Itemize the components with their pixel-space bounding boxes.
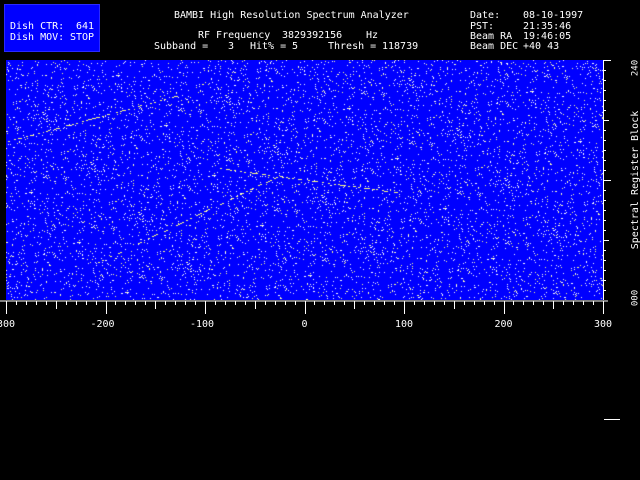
x-axis-tick-label: -300 xyxy=(0,319,16,330)
right-ruler xyxy=(603,60,611,300)
date-label: Date: xyxy=(470,10,501,21)
rf-frequency-unit: Hz xyxy=(366,30,379,41)
app-title: BAMBI High Resolution Spectrum Analyzer xyxy=(174,10,409,21)
threshold-value: 118739 xyxy=(382,41,419,52)
rf-frequency-label: RF Frequency xyxy=(198,30,271,41)
y-axis-label: Spectral Register Block xyxy=(630,110,640,250)
x-axis-tick-label: -200 xyxy=(90,319,115,330)
x-axis-tick-label: -100 xyxy=(189,319,215,330)
dish-status-panel: Dish CTR: 641 Dish MOV: STOP xyxy=(4,4,100,52)
beam-dec-label: Beam DEC xyxy=(470,41,519,52)
corner-marker xyxy=(604,419,620,420)
x-axis-tick-label: 100 xyxy=(394,319,414,330)
subband-label: Subband = xyxy=(154,41,209,52)
threshold-label: Thresh = xyxy=(328,41,377,52)
x-axis-tick-label: 0 xyxy=(301,319,308,330)
dish-mov-value: STOP xyxy=(70,32,95,43)
y-axis-top-tick: 240 xyxy=(630,59,640,77)
beam-dec-value: +40 43 xyxy=(523,41,560,52)
x-axis-tick-label: 200 xyxy=(494,319,513,330)
x-axis-tick-label: 300 xyxy=(593,319,613,330)
subband-value: 3 xyxy=(228,41,235,52)
dish-mov-label: Dish MOV: xyxy=(10,32,65,43)
dish-ctr-value: 641 xyxy=(76,21,95,32)
date-value: 08-10-1997 xyxy=(523,10,584,21)
spectrum-waterfall-plot xyxy=(6,60,603,300)
dish-ctr-label: Dish CTR: xyxy=(10,21,65,32)
rf-frequency-value: 3829392156 xyxy=(282,30,343,41)
hit-percent-value: 5 xyxy=(292,41,299,52)
hit-percent-label: Hit% = xyxy=(250,41,287,52)
spectrum-hit-dots xyxy=(6,60,603,300)
